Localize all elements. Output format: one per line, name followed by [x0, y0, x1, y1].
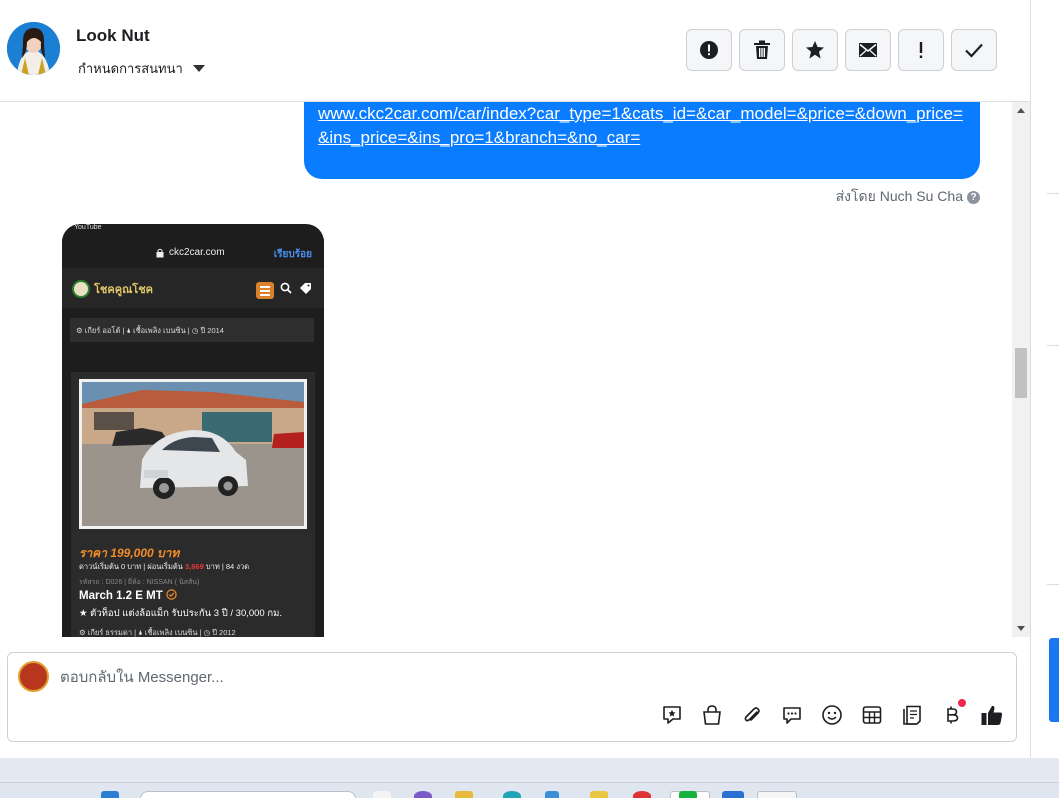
logo-mark-icon: [72, 280, 90, 298]
search-icon: [280, 282, 292, 294]
reply-input[interactable]: [60, 665, 660, 689]
delete-button[interactable]: [739, 29, 785, 71]
taskbar-app-icon[interactable]: [373, 791, 391, 798]
scroll-down-arrow-icon[interactable]: [1017, 626, 1025, 631]
star-button[interactable]: [792, 29, 838, 71]
down-prefix: ดาวน์เริ่มต้น 0 บาท | ผ่อนเริ่มต้น: [79, 562, 183, 571]
sent-by-text: ส่งโดย Nuch Su Cha: [835, 188, 963, 204]
car-code: รหัสรถ : D026 | ยี่ห้อ : NISSAN ( นิสสัน…: [79, 579, 200, 586]
search-tag-icons: [280, 282, 313, 297]
envelope-icon: [859, 43, 877, 57]
like-icon: [981, 705, 1003, 725]
taskbar-app-icon[interactable]: [590, 791, 608, 798]
divider: [1047, 193, 1059, 194]
url-text: ckc2car.com: [169, 247, 225, 258]
attachment-icon: [744, 707, 760, 722]
contact-name: Look Nut: [76, 26, 150, 45]
start-button-icon[interactable]: [101, 791, 119, 798]
sticker-button[interactable]: [660, 703, 684, 727]
caret-down-icon: [192, 65, 205, 72]
help-icon[interactable]: ?: [967, 190, 980, 204]
spec-row-2: ⚙ เกียร์ ธรรมดา | 🌢 เชื้อเพลิง เบนซิน | …: [79, 628, 236, 637]
header-actions: [686, 29, 997, 71]
spam-button[interactable]: [898, 29, 944, 71]
reply-composer: [7, 652, 1017, 742]
site-logo: โชคคูณโชค: [72, 280, 153, 298]
notes-icon: [903, 705, 921, 725]
check-icon: [965, 43, 983, 58]
attach-button[interactable]: [740, 703, 764, 727]
conversation-settings-label: กำหนดการสนทนา: [78, 61, 183, 76]
done-button[interactable]: [951, 29, 997, 71]
thread-scrollbar[interactable]: [1012, 102, 1030, 637]
lock-icon: [156, 248, 164, 257]
emoji-button[interactable]: [820, 703, 844, 727]
star-icon: [806, 41, 824, 59]
site-logo-text: โชคคูณโชค: [94, 284, 154, 296]
shop-bag-icon: [703, 705, 721, 725]
os-taskbar: [0, 782, 1059, 798]
scroll-thumb[interactable]: [1015, 348, 1027, 398]
car-photo: [79, 379, 307, 529]
outgoing-message-bubble: www.ckc2car.com/car/index?car_type=1&cat…: [304, 102, 980, 179]
taskbar-app-icon[interactable]: [757, 791, 797, 798]
notification-dot: [958, 699, 966, 707]
trash-icon: [754, 40, 770, 59]
monthly-amount: 3,669: [184, 562, 204, 571]
contact-avatar[interactable]: [7, 22, 60, 75]
saved-reply-icon: [783, 707, 801, 724]
car-model: March 1.2 E MT: [79, 589, 177, 602]
site-header: โชคคูณโชค: [62, 268, 324, 308]
sticker-icon: [663, 706, 681, 724]
edge-browser-icon[interactable]: [503, 791, 521, 798]
conversation-settings-dropdown[interactable]: กำหนดการสนทนา: [78, 58, 205, 79]
taskbar-search[interactable]: [140, 791, 356, 798]
divider: [1047, 584, 1059, 585]
message-thread: www.ckc2car.com/car/index?car_type=1&cat…: [0, 102, 1012, 637]
taskbar-app-icon[interactable]: [414, 791, 432, 798]
page-avatar: [18, 661, 49, 692]
scroll-up-arrow-icon[interactable]: [1017, 108, 1025, 113]
tag-icon: [300, 283, 312, 294]
shared-image[interactable]: YouTube ckc2car.com เรียบร้อย โชคคูณโชค: [62, 224, 324, 637]
line-app-icon[interactable]: [679, 791, 697, 798]
shop-button[interactable]: [700, 703, 724, 727]
report-button[interactable]: [686, 29, 732, 71]
app-label: YouTube: [74, 224, 102, 231]
baht-icon: [947, 706, 959, 724]
calendar-app-icon[interactable]: [722, 791, 744, 798]
saved-replies-button[interactable]: [780, 703, 804, 727]
sent-by-label: ส่งโดย Nuch Su Cha ?: [836, 186, 980, 208]
right-side-panel: [1030, 0, 1059, 758]
hamburger-menu-icon: [256, 282, 274, 299]
spec-row: ⚙ เกียร์ ออโต้ | 🌢 เชื้อเพลิง เบนซิน | ◷…: [70, 318, 314, 342]
table-icon: [862, 706, 882, 724]
folder-icon[interactable]: [455, 791, 473, 798]
alert-circle-icon: [700, 41, 718, 59]
messenger-panel: Look Nut กำหนดการสนทนา www.ckc2car.com/c…: [0, 0, 1030, 758]
car-description: ★ ตัวท็อป แต่งล้อแม็ก รับประกัน 3 ปี / 3…: [79, 608, 283, 619]
browser-url-bar: ckc2car.com เรียบร้อย: [62, 238, 324, 268]
taskbar-app-icon[interactable]: [545, 791, 559, 798]
car-card: ราคา 199,000 บาท ดาวน์เริ่มต้น 0 บาท | ผ…: [71, 372, 315, 637]
down-suffix: บาท | 84 งวด: [205, 562, 250, 571]
down-payment: ดาวน์เริ่มต้น 0 บาท | ผ่อนเริ่มต้น 3,669…: [79, 561, 249, 573]
notes-button[interactable]: [900, 703, 924, 727]
conversation-header: Look Nut กำหนดการสนทนา: [0, 0, 1030, 102]
done-label: เรียบร้อย: [273, 249, 312, 260]
emoji-icon: [822, 705, 842, 725]
composer-toolbar: [660, 699, 1004, 727]
exclamation-icon: [919, 42, 923, 58]
divider: [1047, 345, 1059, 346]
side-panel-tab[interactable]: [1049, 638, 1059, 722]
verified-icon: [166, 589, 177, 600]
payment-button[interactable]: [940, 699, 966, 727]
car-model-text: March 1.2 E MT: [79, 590, 163, 602]
url-display: ckc2car.com: [156, 247, 225, 258]
like-button[interactable]: [980, 703, 1004, 727]
mark-unread-button[interactable]: [845, 29, 891, 71]
message-link[interactable]: www.ckc2car.com/car/index?car_type=1&cat…: [318, 104, 963, 147]
chrome-icon[interactable]: [633, 791, 651, 798]
table-button[interactable]: [860, 703, 884, 727]
